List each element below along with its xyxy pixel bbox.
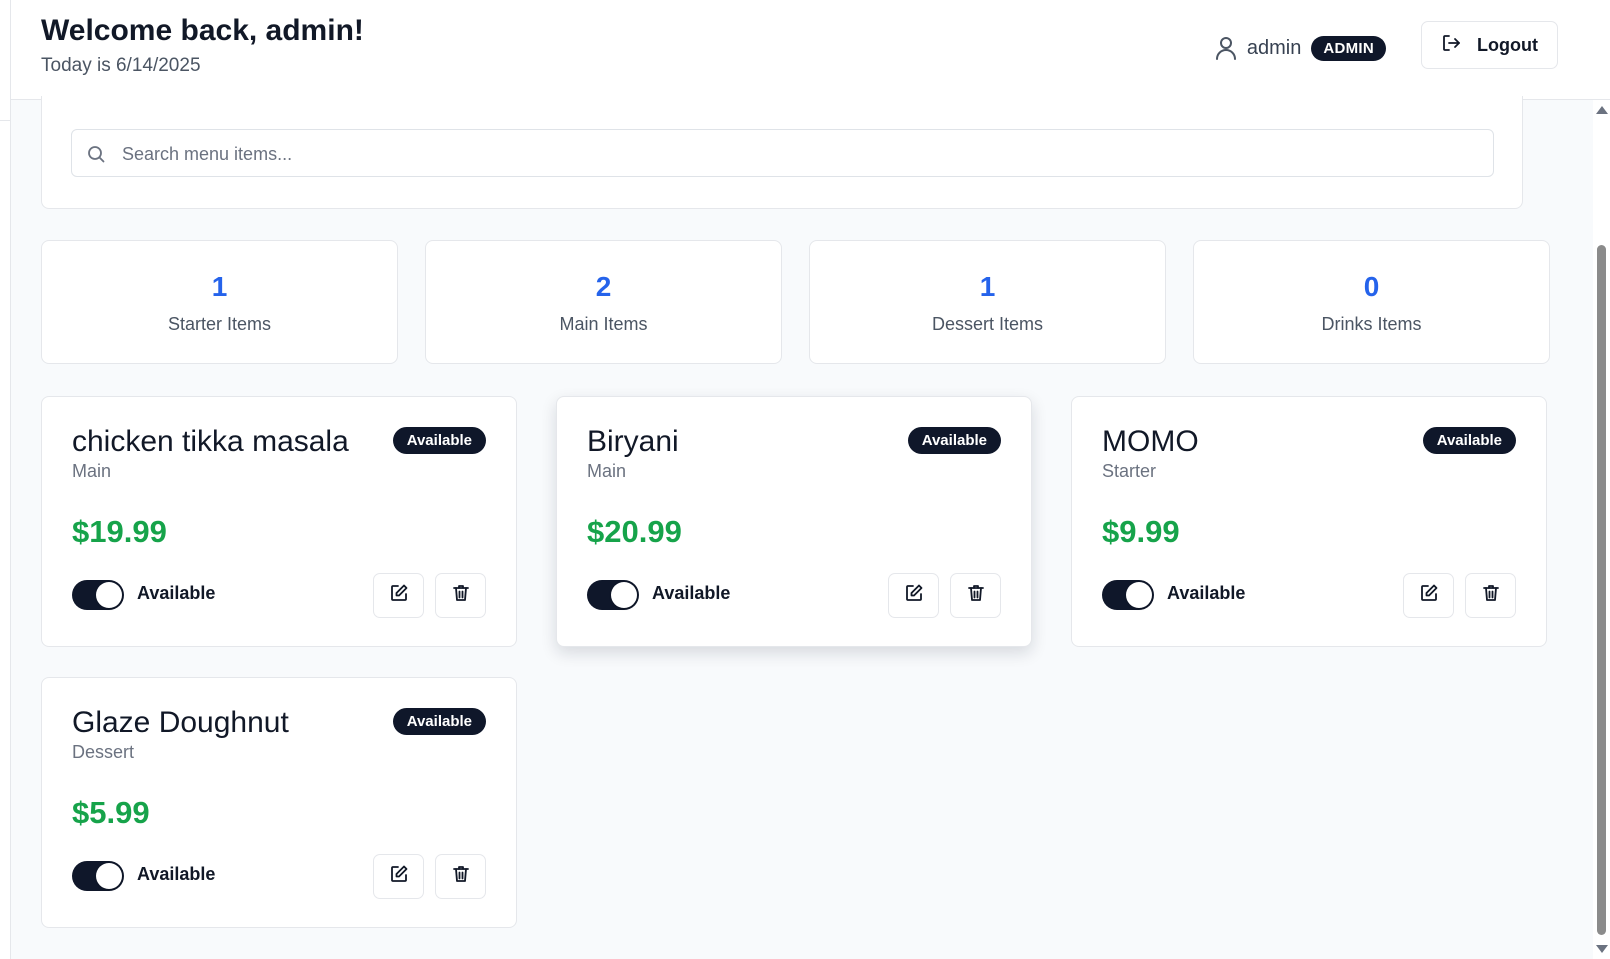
scroll-down-arrow-icon[interactable] <box>1596 945 1608 953</box>
role-badge: ADMIN <box>1311 35 1386 61</box>
logout-icon <box>1441 33 1461 58</box>
toggle-label: Available <box>1167 583 1246 603</box>
toggle-knob <box>611 582 637 608</box>
stat-card-dessert: 1 Dessert Items <box>809 240 1166 364</box>
status-badge: Available <box>1422 427 1516 454</box>
search-card <box>41 96 1523 209</box>
delete-button[interactable] <box>950 573 1001 618</box>
search-box[interactable] <box>71 129 1494 178</box>
page-header: Welcome back, admin! Today is 6/14/2025 … <box>11 0 1610 100</box>
stat-card-drinks: 0 Drinks Items <box>1193 240 1550 364</box>
edit-button[interactable] <box>1403 573 1454 618</box>
item-price: $5.99 <box>72 795 150 830</box>
menu-item-card: MOMO Starter Available $9.99 Available <box>1071 396 1547 647</box>
logout-button[interactable]: Logout <box>1421 21 1558 69</box>
trash-icon <box>451 864 471 889</box>
delete-button[interactable] <box>435 854 486 899</box>
stat-count: 2 <box>595 271 612 302</box>
status-badge: Available <box>907 427 1001 454</box>
delete-button[interactable] <box>1465 573 1516 618</box>
item-name: chicken tikka masala <box>72 425 349 458</box>
menu-item-card: chicken tikka masala Main Available $19.… <box>41 396 517 647</box>
edit-icon <box>389 864 409 889</box>
toggle-label: Available <box>137 864 216 884</box>
edit-button[interactable] <box>373 854 424 899</box>
welcome-title: Welcome back, admin! <box>41 14 364 47</box>
edit-icon <box>904 583 924 608</box>
item-price: $9.99 <box>1102 514 1180 549</box>
edit-icon <box>1419 583 1439 608</box>
trash-icon <box>966 583 986 608</box>
toggle-knob <box>96 582 122 608</box>
menu-item-card: Biryani Main Available $20.99 Available <box>556 396 1032 647</box>
availability-toggle[interactable] <box>587 580 639 610</box>
stat-count: 0 <box>1363 271 1380 302</box>
left-rail <box>0 0 11 959</box>
item-category: Main <box>72 461 112 481</box>
edit-icon <box>389 583 409 608</box>
toggle-knob <box>96 863 122 889</box>
availability-toggle[interactable] <box>72 861 124 891</box>
scroll-up-arrow-icon[interactable] <box>1596 106 1608 114</box>
menu-item-card: Glaze Doughnut Dessert Available $5.99 A… <box>41 677 517 928</box>
availability-toggle[interactable] <box>1102 580 1154 610</box>
search-input[interactable] <box>120 130 1484 178</box>
stat-card-starter: 1 Starter Items <box>41 240 398 364</box>
item-category: Dessert <box>72 742 135 762</box>
status-badge: Available <box>392 708 486 735</box>
status-badge: Available <box>392 427 486 454</box>
toggle-label: Available <box>652 583 731 603</box>
item-name: Glaze Doughnut <box>72 706 289 739</box>
stat-count: 1 <box>211 271 228 302</box>
item-name: MOMO <box>1102 425 1199 458</box>
edit-button[interactable] <box>373 573 424 618</box>
rail-divider <box>0 120 10 121</box>
stat-label: Main Items <box>559 314 648 334</box>
user-info: admin ADMIN <box>1215 33 1386 63</box>
logout-label: Logout <box>1477 34 1538 55</box>
item-price: $19.99 <box>72 514 167 549</box>
edit-button[interactable] <box>888 573 939 618</box>
trash-icon <box>1481 583 1501 608</box>
item-category: Starter <box>1102 461 1157 481</box>
trash-icon <box>451 583 471 608</box>
stat-card-main: 2 Main Items <box>425 240 782 364</box>
stat-label: Dessert Items <box>931 314 1044 334</box>
user-name: admin <box>1246 36 1302 59</box>
toggle-label: Available <box>137 583 216 603</box>
item-category: Main <box>587 461 627 481</box>
item-name: Biryani <box>587 425 679 458</box>
availability-toggle[interactable] <box>72 580 124 610</box>
stat-count: 1 <box>979 271 996 302</box>
scrollbar-thumb[interactable] <box>1597 245 1606 935</box>
delete-button[interactable] <box>435 573 486 618</box>
stat-label: Starter Items <box>167 314 272 334</box>
search-icon <box>87 145 105 163</box>
item-price: $20.99 <box>587 514 682 549</box>
stat-label: Drinks Items <box>1321 314 1422 334</box>
toggle-knob <box>1126 582 1152 608</box>
today-date: Today is 6/14/2025 <box>41 55 201 76</box>
user-icon <box>1215 35 1237 61</box>
vertical-scrollbar[interactable] <box>1593 100 1610 959</box>
